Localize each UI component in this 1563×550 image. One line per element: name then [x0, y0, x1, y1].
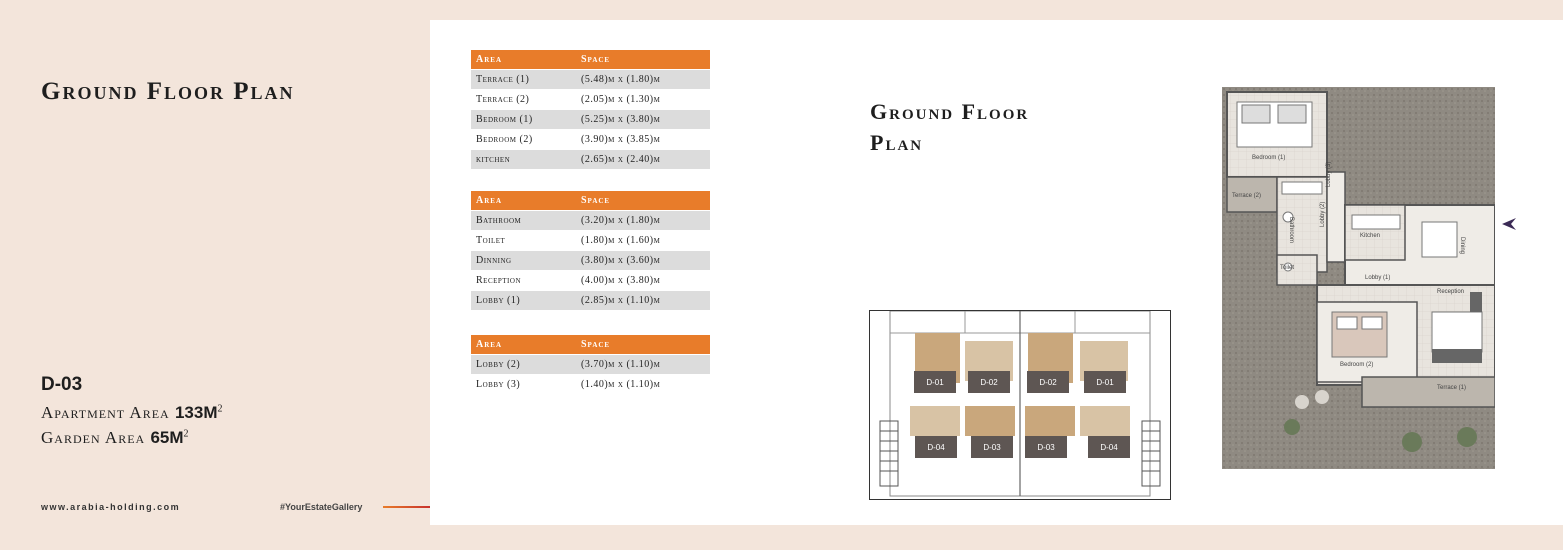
room-name: Lobby (1)	[471, 290, 576, 310]
room-dimensions: (3.20)m x (1.80)m	[576, 210, 710, 231]
room-name: Reception	[471, 270, 576, 291]
table-header-space: Space	[576, 335, 710, 355]
table-row: Terrace (1) (5.48)m x (1.80)m	[471, 69, 710, 90]
table-row: kitchen (2.65)m x (2.40)m	[471, 149, 710, 169]
hashtag: #YourEstateGallery	[280, 502, 363, 512]
room-dimensions: (1.40)m x (1.10)m	[576, 374, 710, 394]
table-row: Toilet (1.80)m x (1.60)m	[471, 230, 710, 251]
site-plan: D-01 D-02 D-02 D-01 D-04 D-03 D-03 D-04	[869, 310, 1171, 500]
unit-box: D-03	[971, 436, 1013, 458]
room-name: Bathroom	[471, 210, 576, 231]
room-dimensions: (5.48)m x (1.80)m	[576, 69, 710, 90]
room-name: Toilet	[471, 230, 576, 251]
unit-box: D-02	[968, 371, 1010, 393]
unit-box: D-01	[1084, 371, 1126, 393]
room-name: Terrace (1)	[471, 69, 576, 90]
garden-area: Garden Area 65M2	[41, 428, 190, 447]
room-label-bathroom: Bathroom	[1288, 217, 1294, 244]
room-dimensions: (3.70)m x (1.10)m	[576, 354, 710, 375]
room-name: Bedroom (2)	[471, 129, 576, 150]
website-link[interactable]: www.arabia-holding.com	[41, 502, 180, 512]
hashtag-underline	[383, 506, 430, 508]
room-name: kitchen	[471, 149, 576, 169]
spec-table-3: Area Space Lobby (2) (3.70)m x (1.10)m Lobby…	[471, 335, 710, 394]
table-row: Bedroom (2) (3.90)m x (3.85)m	[471, 129, 710, 150]
table-header-area: Area	[471, 191, 576, 211]
page-title: Ground Floor Plan	[41, 78, 295, 105]
table-header-space: Space	[576, 50, 710, 70]
table-header-space: Space	[576, 191, 710, 211]
table-row: Bathroom (3.20)m x (1.80)m	[471, 210, 710, 231]
room-label-dining: Dining	[1459, 237, 1465, 255]
table-row: Lobby (3) (1.40)m x (1.10)m	[471, 374, 710, 394]
unit-box: D-01	[914, 371, 956, 393]
room-dimensions: (1.80)m x (1.60)m	[576, 230, 710, 251]
room-dimensions: (3.80)m x (3.60)m	[576, 250, 710, 271]
room-label-bedroom2: Bedroom (2)	[1340, 362, 1374, 368]
apartment-area: Apartment Area 133M2	[41, 403, 224, 422]
table-row: Dinning (3.80)m x (3.60)m	[471, 250, 710, 271]
room-dimensions: (2.65)m x (2.40)m	[576, 149, 710, 169]
site-plan-drawing	[879, 310, 1161, 497]
table-row: Reception (4.00)m x (3.80)m	[471, 270, 710, 291]
spec-table-1: Area Space Terrace (1) (5.48)m x (1.80)m Ter…	[471, 50, 710, 169]
room-name: Lobby (3)	[471, 374, 576, 394]
entry-arrow-icon	[1502, 218, 1516, 230]
table-row: Lobby (2) (3.70)m x (1.10)m	[471, 354, 710, 375]
room-name: Terrace (2)	[471, 89, 576, 110]
room-dimensions: (3.90)m x (3.85)m	[576, 129, 710, 150]
table-header-area: Area	[471, 50, 576, 70]
unit-box: D-02	[1027, 371, 1069, 393]
table-row: Bedroom (1) (5.25)m x (3.80)m	[471, 109, 710, 130]
unit-box: D-03	[1025, 436, 1067, 458]
room-dimensions: (2.85)m x (1.10)m	[576, 290, 710, 310]
room-name: Bedroom (1)	[471, 109, 576, 130]
spec-table-2: Area Space Bathroom (3.20)m x (1.80)m Toilet…	[471, 191, 710, 310]
room-dimensions: (5.25)m x (3.80)m	[576, 109, 710, 130]
section-title: Ground Floor Plan	[870, 99, 1030, 155]
left-panel: Ground Floor Plan D-03 Apartment Area 13…	[0, 0, 430, 550]
room-name: Lobby (2)	[471, 354, 576, 375]
unit-code: D-03	[41, 374, 83, 395]
table-header-area: Area	[471, 335, 576, 355]
floor-plan-drawing	[1222, 87, 1496, 469]
room-label-lobby1: Lobby (1)	[1365, 275, 1391, 281]
table-row: Terrace (2) (2.05)m x (1.30)m	[471, 89, 710, 110]
room-dimensions: (4.00)m x (3.80)m	[576, 270, 710, 291]
unit-box: D-04	[915, 436, 957, 458]
unit-box: D-04	[1088, 436, 1130, 458]
room-label-terrace2: Terrace (2)	[1232, 193, 1262, 199]
room-label-lobby3: Lobby (3)	[1326, 161, 1332, 187]
room-label-bedroom1: Bedroom (1)	[1252, 155, 1286, 161]
room-label-terrace1: Terrace (1)	[1437, 385, 1467, 391]
room-label-reception: Reception	[1437, 289, 1465, 295]
room-label-lobby2: Lobby (2)	[1320, 201, 1326, 227]
table-row: Lobby (1) (2.85)m x (1.10)m	[471, 290, 710, 310]
room-label-kitchen: Kitchen	[1360, 233, 1381, 239]
room-dimensions: (2.05)m x (1.30)m	[576, 89, 710, 110]
room-name: Dinning	[471, 250, 576, 271]
room-label-toilet: Toilet	[1280, 265, 1295, 271]
apartment-floor-plan: Bedroom (1) Terrace (2) Lobby (3) Bathroom L…	[1222, 87, 1496, 469]
